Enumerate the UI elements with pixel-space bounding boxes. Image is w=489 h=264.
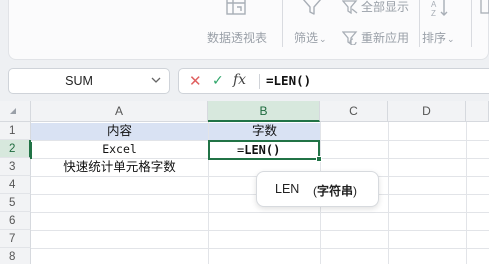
insert-function-button[interactable]: fx <box>233 72 246 88</box>
filter-label: 筛选 <box>294 31 319 45</box>
row-header-1[interactable]: 1 <box>0 122 31 140</box>
fill-handle[interactable] <box>316 156 322 162</box>
tooltip-argument: 字符串 <box>317 184 354 198</box>
ribbon: 数据透视表 筛选⌄ 全部显示 重新应用 AZ 排序⌄ <box>8 0 489 60</box>
enter-icon[interactable]: ✓ <box>212 72 224 89</box>
formula-input[interactable]: =LEN() <box>266 73 311 88</box>
spreadsheet-grid[interactable]: A B C D 1 2 3 4 5 6 7 8 内容 字数 Excel 快速统计… <box>0 101 489 264</box>
row-header-7[interactable]: 7 <box>0 230 31 248</box>
row-indicator <box>30 142 32 159</box>
row-header-5[interactable]: 5 <box>0 194 31 212</box>
formula-divider <box>259 74 260 89</box>
ribbon-separator <box>471 0 472 47</box>
select-all-icon <box>10 108 16 114</box>
column-header-c[interactable]: C <box>320 101 388 122</box>
cell-a2[interactable]: Excel <box>31 141 208 158</box>
cell-b1[interactable]: 字数 <box>209 123 320 140</box>
tooltip-arguments: (字符串) <box>313 182 357 199</box>
tooltip-paren-close: ) <box>353 184 358 198</box>
show-all-label: 全部显示 <box>361 0 410 14</box>
svg-text:A: A <box>431 0 437 9</box>
name-box-value: SUM <box>65 74 93 88</box>
tooltip-function-name[interactable]: LEN <box>275 182 299 196</box>
cell-a3[interactable]: 快速统计单元格字数 <box>31 159 208 176</box>
formula-bar[interactable]: ✕ ✓ fx =LEN() <box>178 68 489 94</box>
filter-icon[interactable] <box>301 0 323 17</box>
pivot-table-icon[interactable] <box>225 0 247 17</box>
gridline <box>31 212 489 213</box>
reapply-icon <box>342 30 358 45</box>
select-all-corner[interactable] <box>0 101 31 122</box>
row-header-4[interactable]: 4 <box>0 176 31 194</box>
ribbon-separator <box>419 0 420 47</box>
chevron-down-icon[interactable] <box>151 73 161 87</box>
reapply-button[interactable]: 重新应用 <box>342 29 409 46</box>
sort-icon[interactable]: AZ <box>429 0 451 18</box>
column-header-b[interactable]: B <box>208 101 320 122</box>
filter-button[interactable]: 筛选⌄ <box>294 29 327 46</box>
gridline <box>466 122 467 264</box>
show-all-button[interactable]: 全部显示 <box>342 0 409 15</box>
column-header-a[interactable]: A <box>31 101 208 122</box>
show-all-icon <box>342 0 358 14</box>
pivot-table-label[interactable]: 数据透视表 <box>207 29 267 46</box>
cell-a1[interactable]: 内容 <box>31 123 208 140</box>
name-box[interactable]: SUM <box>8 68 170 94</box>
svg-text:Z: Z <box>431 9 436 18</box>
gridline <box>31 230 489 231</box>
sort-button[interactable]: 排序⌄ <box>422 29 455 46</box>
active-cell-b2[interactable]: =LEN() <box>208 140 322 162</box>
formula-function: LEN <box>244 143 266 157</box>
row-header-8[interactable]: 8 <box>0 248 31 264</box>
reapply-label: 重新应用 <box>361 31 410 45</box>
cancel-icon[interactable]: ✕ <box>189 72 202 90</box>
sort-label: 排序 <box>422 31 447 45</box>
gridline <box>31 248 489 249</box>
function-tooltip: LEN (字符串) <box>256 171 379 207</box>
formula-parens: () <box>265 143 281 157</box>
row-header-3[interactable]: 3 <box>0 158 31 176</box>
chevron-down-icon: ⌄ <box>447 34 455 44</box>
more-icon[interactable] <box>480 0 489 17</box>
row-header-2[interactable]: 2 <box>0 140 31 158</box>
active-cell-formula: =LEN() <box>237 142 280 158</box>
gridline <box>388 122 389 264</box>
column-header-d[interactable]: D <box>388 101 466 122</box>
chevron-down-icon: ⌄ <box>319 34 327 44</box>
column-header-e[interactable] <box>466 101 489 122</box>
row-header-6[interactable]: 6 <box>0 212 31 230</box>
ribbon-separator <box>282 0 283 47</box>
